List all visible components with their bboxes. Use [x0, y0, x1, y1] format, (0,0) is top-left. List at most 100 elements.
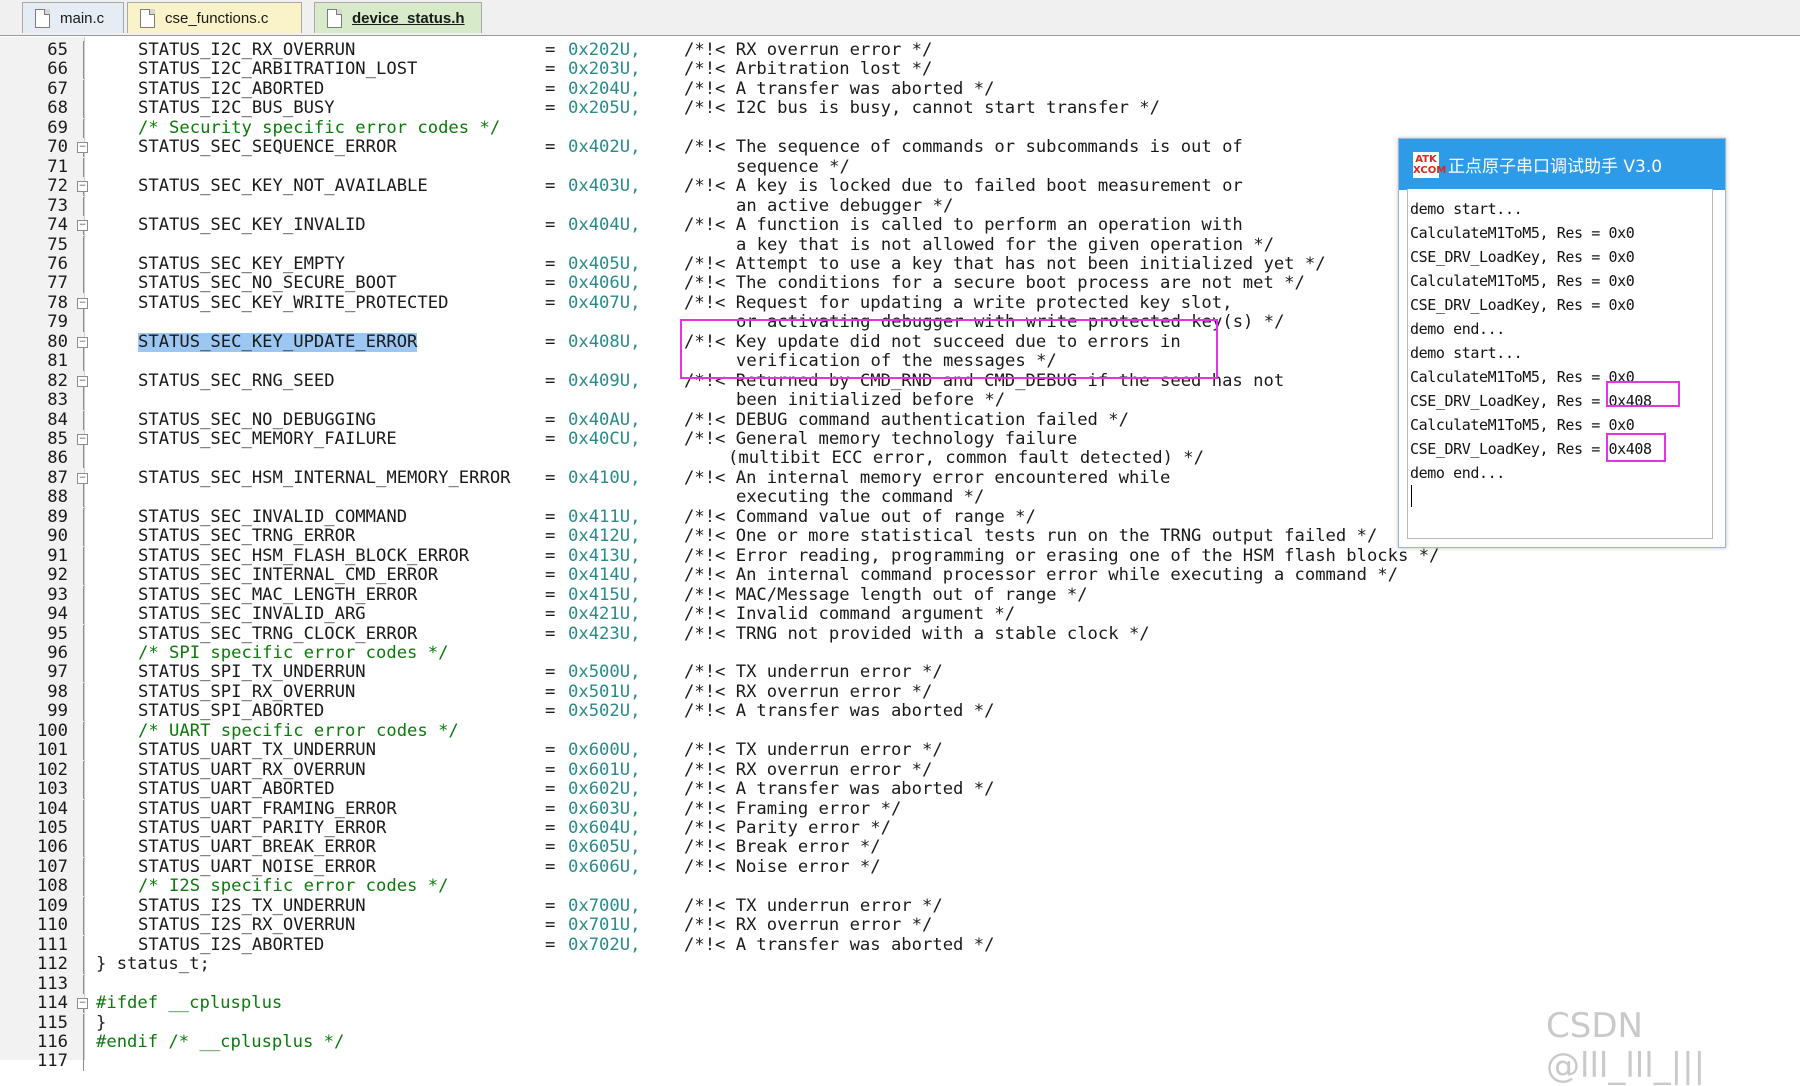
doc-comment[interactable]: /*!< The conditions for a secure boot pr… [684, 274, 1305, 293]
code-line[interactable]: 94 STATUS_SEC_INVALID_ARG = 0x421U, /*!< Inv… [0, 605, 1800, 625]
doc-comment[interactable]: /*!< RX overrun error */ [684, 682, 932, 702]
enum-value[interactable]: 0x501U, [568, 682, 640, 702]
code-line[interactable]: 117 [0, 1052, 1800, 1072]
doc-comment[interactable]: /*!< A key is locked due to failed boot … [684, 177, 1243, 196]
doc-comment[interactable]: /*!< A transfer was aborted */ [684, 702, 994, 721]
doc-comment[interactable]: /*!< MAC/Message length out of range */ [684, 585, 1088, 605]
doc-comment-continuation[interactable]: been initialized before */ [736, 391, 1005, 410]
code-text[interactable]: } status_t; [96, 955, 210, 974]
code-line[interactable]: 114 #ifdef __cplusplus [0, 994, 1800, 1014]
enum-value[interactable]: 0x604U, [568, 819, 640, 838]
doc-comment-continuation[interactable]: sequence */ [736, 157, 850, 177]
section-comment[interactable]: /* Security specific error codes */ [138, 118, 500, 138]
code-line[interactable]: 99 STATUS_SPI_ABORTED = 0x502U, /*!< A trans… [0, 702, 1800, 722]
enum-value[interactable]: 0x405U, [568, 254, 640, 274]
enum-name[interactable]: STATUS_UART_TX_UNDERRUN [138, 741, 376, 760]
enum-name[interactable]: STATUS_SPI_ABORTED [138, 702, 324, 721]
fold-toggle-icon[interactable] [77, 998, 88, 1010]
enum-name[interactable]: STATUS_SEC_KEY_UPDATE_ERROR [138, 332, 418, 352]
doc-comment[interactable]: /*!< Command value out of range */ [684, 507, 1036, 527]
code-line[interactable]: 111 STATUS_I2S_ABORTED = 0x702U, /*!< A tran… [0, 935, 1800, 955]
enum-value[interactable]: 0x204U, [568, 79, 640, 99]
code-line[interactable]: 68 STATUS_I2C_BUS_BUSY = 0x205U, /*!< I2C bu… [0, 99, 1800, 119]
serial-receive-area[interactable]: demo start... CalculateM1ToM5, Res = 0x0 C… [1407, 189, 1713, 539]
doc-comment[interactable]: /*!< Error reading, programming or erasi… [684, 546, 1439, 566]
enum-value[interactable]: 0x702U, [568, 935, 640, 955]
enum-name[interactable]: STATUS_SEC_TRNG_ERROR [138, 527, 355, 546]
code-line[interactable]: 92 STATUS_SEC_INTERNAL_CMD_ERROR = 0x414U, /… [0, 566, 1800, 586]
doc-comment[interactable]: /*!< Attempt to use a key that has not b… [684, 254, 1326, 274]
enum-name[interactable]: STATUS_SEC_MEMORY_FAILURE [138, 430, 397, 449]
fold-toggle-icon[interactable] [77, 220, 88, 232]
code-line[interactable]: 66 STATUS_I2C_ARBITRATION_LOST = 0x203U, /*!… [0, 60, 1800, 80]
doc-comment[interactable]: /*!< A transfer was aborted */ [684, 935, 994, 955]
enum-name[interactable]: STATUS_I2S_ABORTED [138, 935, 324, 955]
enum-name[interactable]: STATUS_SEC_INVALID_ARG [138, 605, 366, 624]
enum-name[interactable]: STATUS_UART_BREAK_ERROR [138, 838, 376, 857]
enum-value[interactable]: 0x414U, [568, 566, 640, 585]
doc-comment[interactable]: /*!< A transfer was aborted */ [684, 780, 994, 799]
fold-toggle-icon[interactable] [77, 297, 88, 309]
enum-name[interactable]: STATUS_SEC_SEQUENCE_ERROR [138, 138, 397, 157]
code-line[interactable]: 96 /* SPI specific error codes */ [0, 643, 1800, 663]
enum-value[interactable]: 0x413U, [568, 546, 640, 566]
enum-value[interactable]: 0x404U, [568, 216, 640, 235]
doc-comment-continuation[interactable]: a key that is not allowed for the given … [736, 235, 1274, 255]
enum-name[interactable]: STATUS_I2C_ARBITRATION_LOST [138, 60, 417, 79]
code-line[interactable]: 112} status_t; [0, 955, 1800, 975]
enum-name[interactable]: STATUS_UART_ABORTED [138, 780, 335, 799]
section-comment[interactable]: /* I2S specific error codes */ [138, 877, 448, 896]
doc-comment[interactable]: /*!< The sequence of commands or subcomm… [684, 138, 1243, 157]
enum-value[interactable]: 0x502U, [568, 702, 640, 721]
enum-name[interactable]: STATUS_SEC_INTERNAL_CMD_ERROR [138, 566, 438, 585]
enum-value[interactable]: 0x412U, [568, 527, 640, 546]
enum-value[interactable]: 0x603U, [568, 799, 640, 819]
doc-comment[interactable]: /*!< An internal memory error encountere… [684, 468, 1170, 488]
enum-name[interactable]: STATUS_I2C_BUS_BUSY [138, 99, 335, 118]
enum-value[interactable]: 0x402U, [568, 138, 640, 157]
enum-name[interactable]: STATUS_UART_PARITY_ERROR [138, 819, 386, 838]
enum-name[interactable]: STATUS_SEC_NO_SECURE_BOOT [138, 274, 397, 293]
code-line[interactable]: 108 /* I2S specific error codes */ [0, 877, 1800, 897]
doc-comment[interactable]: /*!< I2C bus is busy, cannot start trans… [684, 99, 1160, 118]
enum-name[interactable]: STATUS_SPI_TX_UNDERRUN [138, 663, 366, 682]
enum-value[interactable]: 0x40CU, [568, 430, 640, 449]
code-line[interactable]: 106 STATUS_UART_BREAK_ERROR = 0x605U, /*!< B… [0, 838, 1800, 858]
enum-value[interactable]: 0x203U, [568, 60, 640, 79]
enum-name[interactable]: STATUS_SEC_TRNG_CLOCK_ERROR [138, 624, 417, 644]
code-line[interactable]: 109 STATUS_I2S_TX_UNDERRUN = 0x700U, /*!< TX… [0, 896, 1800, 916]
enum-name[interactable]: STATUS_I2C_ABORTED [138, 79, 324, 99]
preprocessor-directive[interactable]: #ifdef __cplusplus [96, 994, 282, 1013]
code-line[interactable]: 105 STATUS_UART_PARITY_ERROR = 0x604U, /*!< … [0, 819, 1800, 838]
code-line[interactable]: 95 STATUS_SEC_TRNG_CLOCK_ERROR = 0x423U, /*!… [0, 624, 1800, 644]
section-comment[interactable]: /* UART specific error codes */ [138, 721, 459, 741]
enum-name[interactable]: STATUS_SEC_KEY_WRITE_PROTECTED [138, 293, 448, 313]
enum-name[interactable]: STATUS_UART_NOISE_ERROR [138, 857, 376, 877]
enum-value[interactable]: 0x202U, [568, 41, 640, 60]
tab-device-status-h[interactable]: device_status.h [314, 2, 482, 33]
doc-comment-continuation[interactable]: (multibit ECC error, common fault detect… [728, 449, 1204, 468]
doc-comment[interactable]: /*!< A transfer was aborted */ [684, 79, 994, 99]
enum-name[interactable]: STATUS_UART_FRAMING_ERROR [138, 799, 397, 819]
section-comment[interactable]: /* SPI specific error codes */ [138, 643, 448, 663]
doc-comment[interactable]: /*!< Arbitration lost */ [684, 60, 932, 79]
doc-comment[interactable]: /*!< A function is called to perform an … [684, 216, 1243, 235]
enum-value[interactable]: 0x406U, [568, 274, 640, 293]
doc-comment[interactable]: /*!< Parity error */ [684, 819, 891, 838]
fold-toggle-icon[interactable] [77, 434, 88, 445]
code-line[interactable]: 93 STATUS_SEC_MAC_LENGTH_ERROR = 0x415U, /*!… [0, 585, 1800, 605]
doc-comment[interactable]: /*!< TX underrun error */ [684, 663, 943, 682]
enum-value[interactable]: 0x407U, [568, 293, 640, 313]
enum-value[interactable]: 0x606U, [568, 857, 640, 877]
enum-name[interactable]: STATUS_SEC_INVALID_COMMAND [138, 507, 407, 527]
doc-comment[interactable]: /*!< RX overrun error */ [684, 760, 932, 780]
enum-name[interactable]: STATUS_SEC_MAC_LENGTH_ERROR [138, 585, 417, 605]
enum-value[interactable]: 0x411U, [568, 507, 640, 527]
code-line[interactable]: 97 STATUS_SPI_TX_UNDERRUN = 0x500U, /*!< TX … [0, 663, 1800, 683]
fold-toggle-icon[interactable] [77, 472, 88, 484]
doc-comment[interactable]: /*!< RX overrun error */ [684, 41, 932, 60]
enum-value[interactable]: 0x408U, [568, 332, 640, 352]
doc-comment[interactable]: /*!< TX underrun error */ [684, 896, 943, 916]
code-line[interactable]: 98 STATUS_SPI_RX_OVERRUN = 0x501U, /*!< RX o… [0, 682, 1800, 702]
code-line[interactable]: 115} [0, 1013, 1800, 1033]
